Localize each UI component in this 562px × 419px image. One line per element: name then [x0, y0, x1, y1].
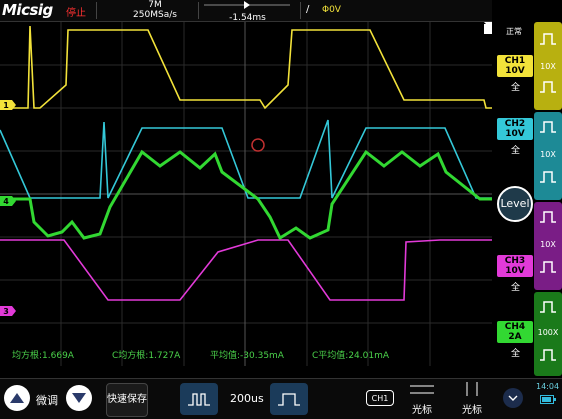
ch4-marker-label: 4 — [3, 197, 9, 206]
horizontal-cursor-button[interactable]: 光标 — [402, 381, 442, 417]
ch2-pulse-icon-2 — [540, 171, 556, 183]
trigger-level[interactable]: Φ0V — [322, 5, 341, 15]
acq-mode[interactable]: 正常 — [506, 26, 522, 37]
ch3-marker-label: 3 — [3, 307, 9, 316]
fine-tune-label[interactable]: 微调 — [36, 392, 58, 408]
triangle-down-icon — [72, 393, 86, 403]
ch2-trace — [0, 119, 492, 199]
measurement-mean[interactable]: 平均值:-30.35mA — [210, 348, 284, 361]
trigger-position[interactable]: -1.54ms — [200, 0, 295, 23]
collapse-button[interactable] — [503, 388, 523, 408]
ch4-label[interactable]: CH4 2A — [497, 321, 533, 343]
brand-logo: Micsig — [2, 1, 53, 19]
ch1-pulse-icon — [540, 33, 556, 45]
clock: 14:04 — [536, 382, 560, 391]
ch4-pulse-icon — [540, 301, 556, 313]
ch2-coupling[interactable]: 全 — [511, 143, 520, 156]
ch1-coupling[interactable]: 全 — [511, 80, 520, 93]
menu-toggle-icon[interactable] — [484, 24, 492, 34]
cursor-source-button[interactable]: CH1 — [366, 390, 394, 406]
ch3-pulse-icon — [540, 211, 556, 223]
run-state[interactable]: 停止 — [66, 4, 86, 19]
ch1-marker-label: 1 — [3, 101, 9, 110]
trigger-position-icon — [204, 1, 290, 9]
vertical-cursor-button[interactable]: 光标 — [452, 381, 492, 417]
level-button[interactable]: Level — [497, 186, 533, 222]
bottom-toolbar: 微调 快速保存 200us CH1 光标 光标 14:04 — [0, 378, 562, 419]
timebase-increase-button[interactable] — [270, 383, 308, 415]
battery-icon — [540, 395, 556, 404]
measurement-cycle-rms[interactable]: C均方根:1.727A — [112, 348, 180, 361]
top-status-bar: Micsig 停止 7M 250MSa/s -1.54ms / Φ0V — [0, 0, 492, 23]
triangle-up-icon — [10, 393, 24, 403]
timebase-value[interactable]: 200us — [230, 392, 264, 405]
horizontal-cursor-icon — [410, 385, 434, 394]
ch1-label[interactable]: CH1 10V — [497, 55, 533, 77]
timebase-decrease-button[interactable] — [180, 383, 218, 415]
ch2-label[interactable]: CH2 10V — [497, 118, 533, 140]
ch4-pulse-icon-2 — [540, 349, 556, 361]
sample-rate: 250MSa/s — [133, 10, 177, 20]
ch3-level-marker[interactable]: 3 — [0, 306, 16, 316]
ch3-trace — [0, 239, 492, 301]
ch3-probe: 10X — [540, 240, 556, 249]
ch1-trace — [0, 25, 492, 110]
narrow-pulse-icon — [188, 393, 210, 406]
ch3-label[interactable]: CH3 10V — [497, 255, 533, 277]
ch4-coupling[interactable]: 全 — [511, 346, 520, 359]
ch4-probe: 100X — [537, 328, 559, 337]
quick-save-button[interactable]: 快速保存 — [106, 383, 148, 417]
chevron-down-icon — [508, 395, 518, 401]
ch3-coupling[interactable]: 全 — [511, 280, 520, 293]
scroll-down-button[interactable] — [66, 385, 92, 411]
measurement-rms[interactable]: 均方根:1.669A — [12, 348, 74, 361]
memory-depth: 7M — [148, 0, 162, 10]
ch2-probe: 10X — [540, 150, 556, 159]
ch3-pulse-icon-2 — [540, 261, 556, 273]
vertical-cursor-icon — [466, 382, 478, 396]
ch4-trace — [0, 149, 492, 241]
acquisition-info[interactable]: 7M 250MSa/s — [120, 0, 190, 21]
wide-pulse-icon — [278, 393, 300, 406]
ch1-probe: 10X — [540, 62, 556, 71]
ch1-pulse-icon-2 — [540, 81, 556, 93]
cursor1-label: 光标 — [412, 405, 432, 416]
measurement-cycle-mean[interactable]: C平均值:24.01mA — [312, 348, 389, 361]
scroll-up-button[interactable] — [4, 385, 30, 411]
waveform-display[interactable]: 1 4 3 — [0, 22, 492, 366]
ch2-pulse-icon — [540, 121, 556, 133]
trigger-point-icon — [251, 138, 265, 152]
cursor2-label: 光标 — [462, 405, 482, 416]
trigger-slope-icon: / — [306, 4, 310, 15]
